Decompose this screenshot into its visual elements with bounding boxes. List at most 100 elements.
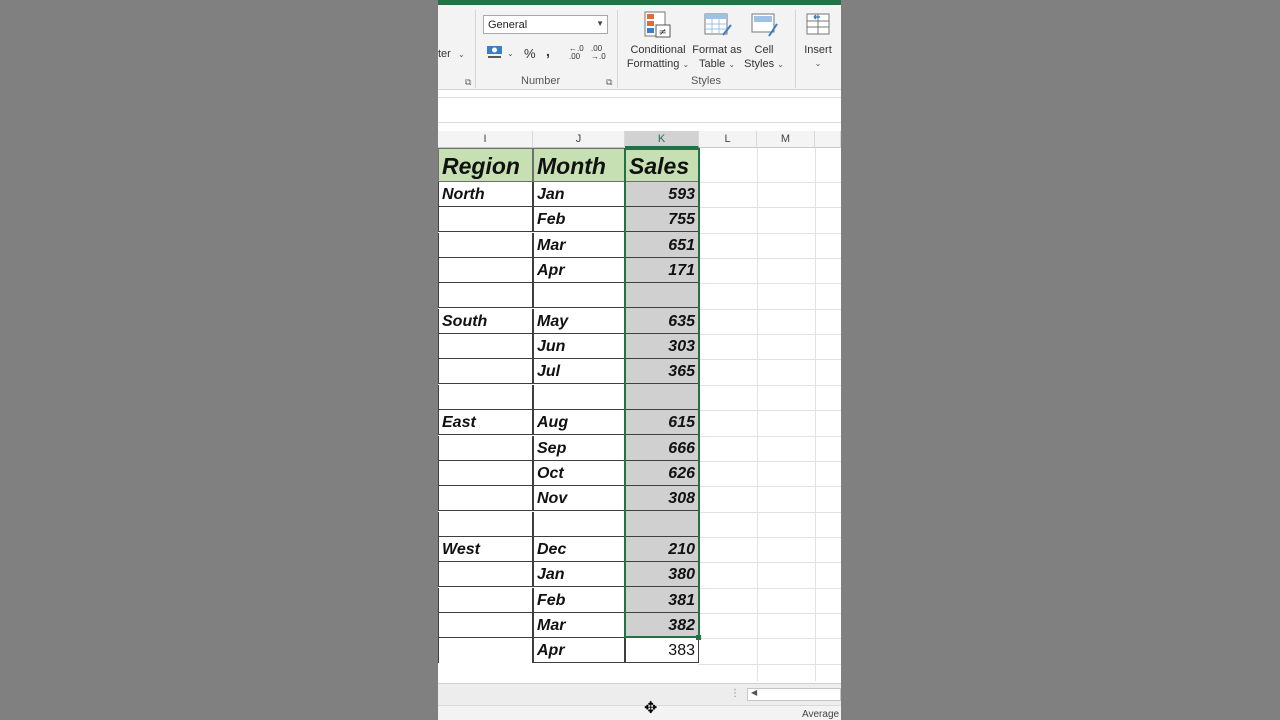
horizontal-scrollbar[interactable]: ◀ (747, 688, 841, 701)
region-cell[interactable] (438, 588, 533, 613)
sales-cell[interactable]: 308 (625, 486, 699, 511)
region-cell[interactable] (438, 436, 533, 461)
region-cell[interactable] (438, 258, 533, 283)
month-cell[interactable]: Jan (533, 182, 625, 207)
sales-cell[interactable]: 593 (625, 182, 699, 207)
scroll-left-icon[interactable]: ◀ (751, 688, 757, 697)
month-cell[interactable]: Feb (533, 588, 625, 613)
format-as-table-icon[interactable] (704, 11, 732, 39)
insert-cells-icon[interactable] (806, 11, 832, 37)
sales-cell[interactable]: 626 (625, 461, 699, 486)
conditional-formatting-button[interactable]: Conditional Formatting ⌄ (622, 43, 694, 72)
column-header-j[interactable]: J (533, 131, 625, 148)
month-cell[interactable]: Mar (533, 613, 625, 638)
sales-cell[interactable]: 303 (625, 334, 699, 359)
month-cell[interactable] (533, 385, 625, 410)
month-cell[interactable]: May (533, 309, 625, 334)
dialog-launcher-icon[interactable]: ⧉ (465, 77, 471, 88)
month-cell[interactable]: Sep (533, 436, 625, 461)
month-cell[interactable]: Dec (533, 537, 625, 562)
chevron-down-icon[interactable]: ⌄ (507, 49, 514, 58)
month-cell[interactable]: Apr (533, 258, 625, 283)
column-header-partial[interactable] (815, 131, 841, 148)
decrease-decimal-button[interactable]: .00 →.0 (591, 45, 609, 61)
fill-handle[interactable] (696, 635, 701, 641)
column-header-l[interactable]: L (699, 131, 757, 148)
styles-group-label: Styles (691, 75, 721, 87)
comma-style-button[interactable]: , (546, 43, 550, 59)
header-cell-sales[interactable]: Sales (625, 148, 699, 182)
region-cell[interactable] (438, 359, 533, 384)
dialog-launcher-icon[interactable]: ⧉ (606, 77, 612, 88)
region-cell[interactable] (438, 385, 533, 410)
increase-decimal-button[interactable]: ←.0 .00 (569, 45, 587, 61)
month-cell[interactable]: Jan (533, 562, 625, 587)
region-cell[interactable]: North (438, 182, 533, 207)
alignment-partial-label[interactable]: ter (438, 48, 451, 60)
more-options-icon[interactable]: ⋮ (730, 688, 740, 699)
region-cell[interactable] (438, 613, 533, 638)
sales-cell[interactable]: 380 (625, 562, 699, 587)
sales-cell[interactable] (625, 283, 699, 308)
region-cell[interactable] (438, 562, 533, 587)
month-cell[interactable]: Nov (533, 486, 625, 511)
ribbon: ter ⌄ ⧉ General ▼ ⌄ % , ←.0 .00 .00 →.0 … (438, 5, 841, 90)
sales-cell[interactable]: 651 (625, 233, 699, 258)
column-header-i[interactable]: I (438, 131, 533, 148)
formula-bar[interactable] (438, 97, 841, 123)
gridline (698, 283, 841, 284)
month-cell[interactable]: Oct (533, 461, 625, 486)
sales-cell[interactable]: 171 (625, 258, 699, 283)
header-cell-month[interactable]: Month (533, 148, 625, 182)
sales-cell[interactable] (625, 512, 699, 537)
cell-styles-line2: Styles (744, 58, 775, 70)
gridline (698, 436, 841, 437)
region-cell[interactable] (438, 233, 533, 258)
region-cell[interactable] (438, 461, 533, 486)
sales-cell[interactable]: 755 (625, 207, 699, 232)
sales-cell[interactable]: 635 (625, 309, 699, 334)
column-header-m[interactable]: M (757, 131, 815, 148)
number-format-value: General (488, 19, 528, 31)
status-bar: Average (438, 705, 841, 720)
month-cell[interactable] (533, 512, 625, 537)
region-cell[interactable] (438, 638, 533, 663)
sales-cell[interactable]: 365 (625, 359, 699, 384)
percent-style-button[interactable]: % (524, 46, 536, 61)
region-cell[interactable] (438, 486, 533, 511)
cell-styles-line1: Cell (754, 44, 774, 56)
chevron-down-icon[interactable]: ⌄ (458, 50, 465, 59)
column-header-k[interactable]: K (625, 131, 699, 148)
sales-cell[interactable]: 210 (625, 537, 699, 562)
sales-cell[interactable] (625, 385, 699, 410)
region-cell[interactable] (438, 207, 533, 232)
cell-styles-icon[interactable] (751, 11, 779, 39)
region-cell[interactable] (438, 334, 533, 359)
month-cell[interactable]: Jun (533, 334, 625, 359)
region-cell[interactable] (438, 283, 533, 308)
month-cell[interactable]: Aug (533, 410, 625, 435)
region-cell[interactable]: East (438, 410, 533, 435)
month-cell[interactable] (533, 283, 625, 308)
number-format-dropdown[interactable]: General ▼ (483, 15, 608, 34)
month-cell[interactable]: Feb (533, 207, 625, 232)
format-as-table-button[interactable]: Format as Table ⌄ (690, 43, 744, 72)
sales-cell[interactable]: 381 (625, 588, 699, 613)
sales-cell[interactable]: 383 (625, 638, 699, 663)
group-divider (617, 10, 618, 88)
sales-cell[interactable]: 382 (625, 613, 699, 638)
month-cell[interactable]: Apr (533, 638, 625, 663)
sales-cell[interactable]: 666 (625, 436, 699, 461)
month-cell[interactable]: Mar (533, 233, 625, 258)
header-cell-region[interactable]: Region (438, 148, 533, 182)
insert-button[interactable]: Insert ⌄ (798, 43, 838, 71)
cell-styles-button[interactable]: Cell Styles ⌄ (741, 43, 787, 72)
conditional-formatting-icon[interactable]: ≠ (644, 11, 672, 39)
region-cell[interactable]: South (438, 309, 533, 334)
region-cell[interactable]: West (438, 537, 533, 562)
sales-cell[interactable]: 615 (625, 410, 699, 435)
region-cell[interactable] (438, 512, 533, 537)
month-cell[interactable]: Jul (533, 359, 625, 384)
accounting-format-icon[interactable] (486, 44, 504, 60)
chevron-down-icon: ⌄ (814, 59, 822, 68)
